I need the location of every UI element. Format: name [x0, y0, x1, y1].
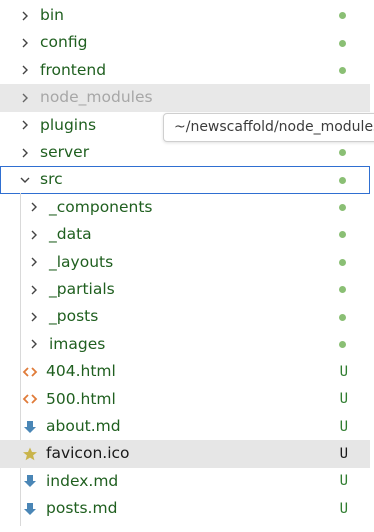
git-status-untracked: U	[339, 473, 348, 490]
git-status-dot	[339, 313, 346, 321]
git-status-untracked: U	[339, 500, 348, 517]
tree-item-label: node_modules	[40, 88, 153, 107]
chevron-right-icon	[16, 89, 34, 107]
code-brackets-icon	[22, 364, 38, 380]
tree-item-label: _posts	[49, 307, 99, 326]
tree-item-node-modules[interactable]: node_modules	[0, 84, 370, 112]
git-status-dot	[339, 231, 346, 239]
tree-item-partials[interactable]: _partials	[0, 276, 370, 303]
tree-item-src[interactable]: src	[0, 166, 370, 194]
chevron-right-icon	[25, 335, 43, 353]
tree-item-server[interactable]: server	[0, 139, 370, 166]
code-brackets-icon	[22, 391, 38, 407]
tree-item-label: _components	[49, 197, 153, 216]
file-explorer: bin config frontend node_modules plugins	[0, 0, 374, 532]
git-status-untracked: U	[339, 418, 348, 435]
tree-item-404-html[interactable]: 404.html U	[0, 358, 370, 385]
git-status-untracked: U	[339, 363, 348, 380]
chevron-right-icon	[25, 226, 43, 244]
download-arrow-icon	[22, 501, 38, 517]
chevron-right-icon	[16, 7, 34, 25]
tree-item-label: server	[40, 142, 90, 161]
tree-item-favicon-ico[interactable]: favicon.ico U	[0, 440, 370, 468]
tree-item-components[interactable]: _components	[0, 194, 370, 221]
chevron-right-icon	[16, 144, 34, 162]
tree-item-label: favicon.ico	[46, 444, 130, 463]
path-tooltip: ~/newscaffold/node_modules	[163, 113, 374, 142]
tree-item-label: src	[40, 170, 63, 189]
git-status-untracked: U	[339, 391, 348, 408]
chevron-right-icon	[25, 308, 43, 326]
tree-item-label: frontend	[40, 60, 107, 79]
git-status-dot	[339, 340, 346, 348]
tree-item-label: 404.html	[46, 362, 116, 381]
git-status-dot	[339, 39, 346, 47]
git-status-untracked: U	[339, 446, 348, 463]
git-status-dot	[339, 203, 346, 211]
tree-item-frontend[interactable]: frontend	[0, 57, 370, 84]
tree-item-about-md[interactable]: about.md U	[0, 413, 370, 440]
tree-item-label: 500.html	[46, 389, 116, 408]
git-status-dot	[339, 149, 346, 157]
tree-item-label: _partials	[49, 279, 115, 298]
git-status-dot	[339, 258, 346, 266]
git-status-dot	[339, 286, 346, 294]
chevron-down-icon	[16, 171, 34, 189]
download-arrow-icon	[22, 419, 38, 435]
tree-item-label: about.md	[46, 416, 121, 435]
chevron-right-icon	[25, 253, 43, 271]
download-arrow-icon	[22, 473, 38, 489]
tree-item-layouts[interactable]: _layouts	[0, 249, 370, 276]
chevron-right-icon	[16, 61, 34, 79]
tree-item-500-html[interactable]: 500.html U	[0, 386, 370, 413]
tree-item-images[interactable]: images	[0, 331, 370, 358]
tree-item-posts-md[interactable]: posts.md U	[0, 495, 370, 522]
git-status-dot	[339, 12, 346, 20]
chevron-right-icon	[16, 116, 34, 134]
tree-item-label: posts.md	[46, 499, 118, 518]
tree-item-label: bin	[40, 5, 64, 24]
tree-item-label: images	[49, 334, 106, 353]
tree-item-label: config	[40, 33, 88, 52]
tree-item-config[interactable]: config	[0, 29, 370, 56]
tree-item-data[interactable]: _data	[0, 221, 370, 248]
chevron-right-icon	[25, 198, 43, 216]
star-icon	[22, 446, 38, 462]
tree-item-bin[interactable]: bin	[0, 2, 370, 29]
git-status-dot	[339, 66, 346, 74]
git-status-dot	[339, 176, 346, 184]
tree-item-label: index.md	[46, 471, 119, 490]
tree-item-label: _layouts	[49, 252, 114, 271]
chevron-right-icon	[25, 281, 43, 299]
tree-item-label: _data	[49, 225, 92, 244]
chevron-right-icon	[16, 34, 34, 52]
tree-item-label: plugins	[40, 115, 97, 134]
tree-item-posts[interactable]: _posts	[0, 303, 370, 330]
tree-item-index-md[interactable]: index.md U	[0, 468, 370, 495]
